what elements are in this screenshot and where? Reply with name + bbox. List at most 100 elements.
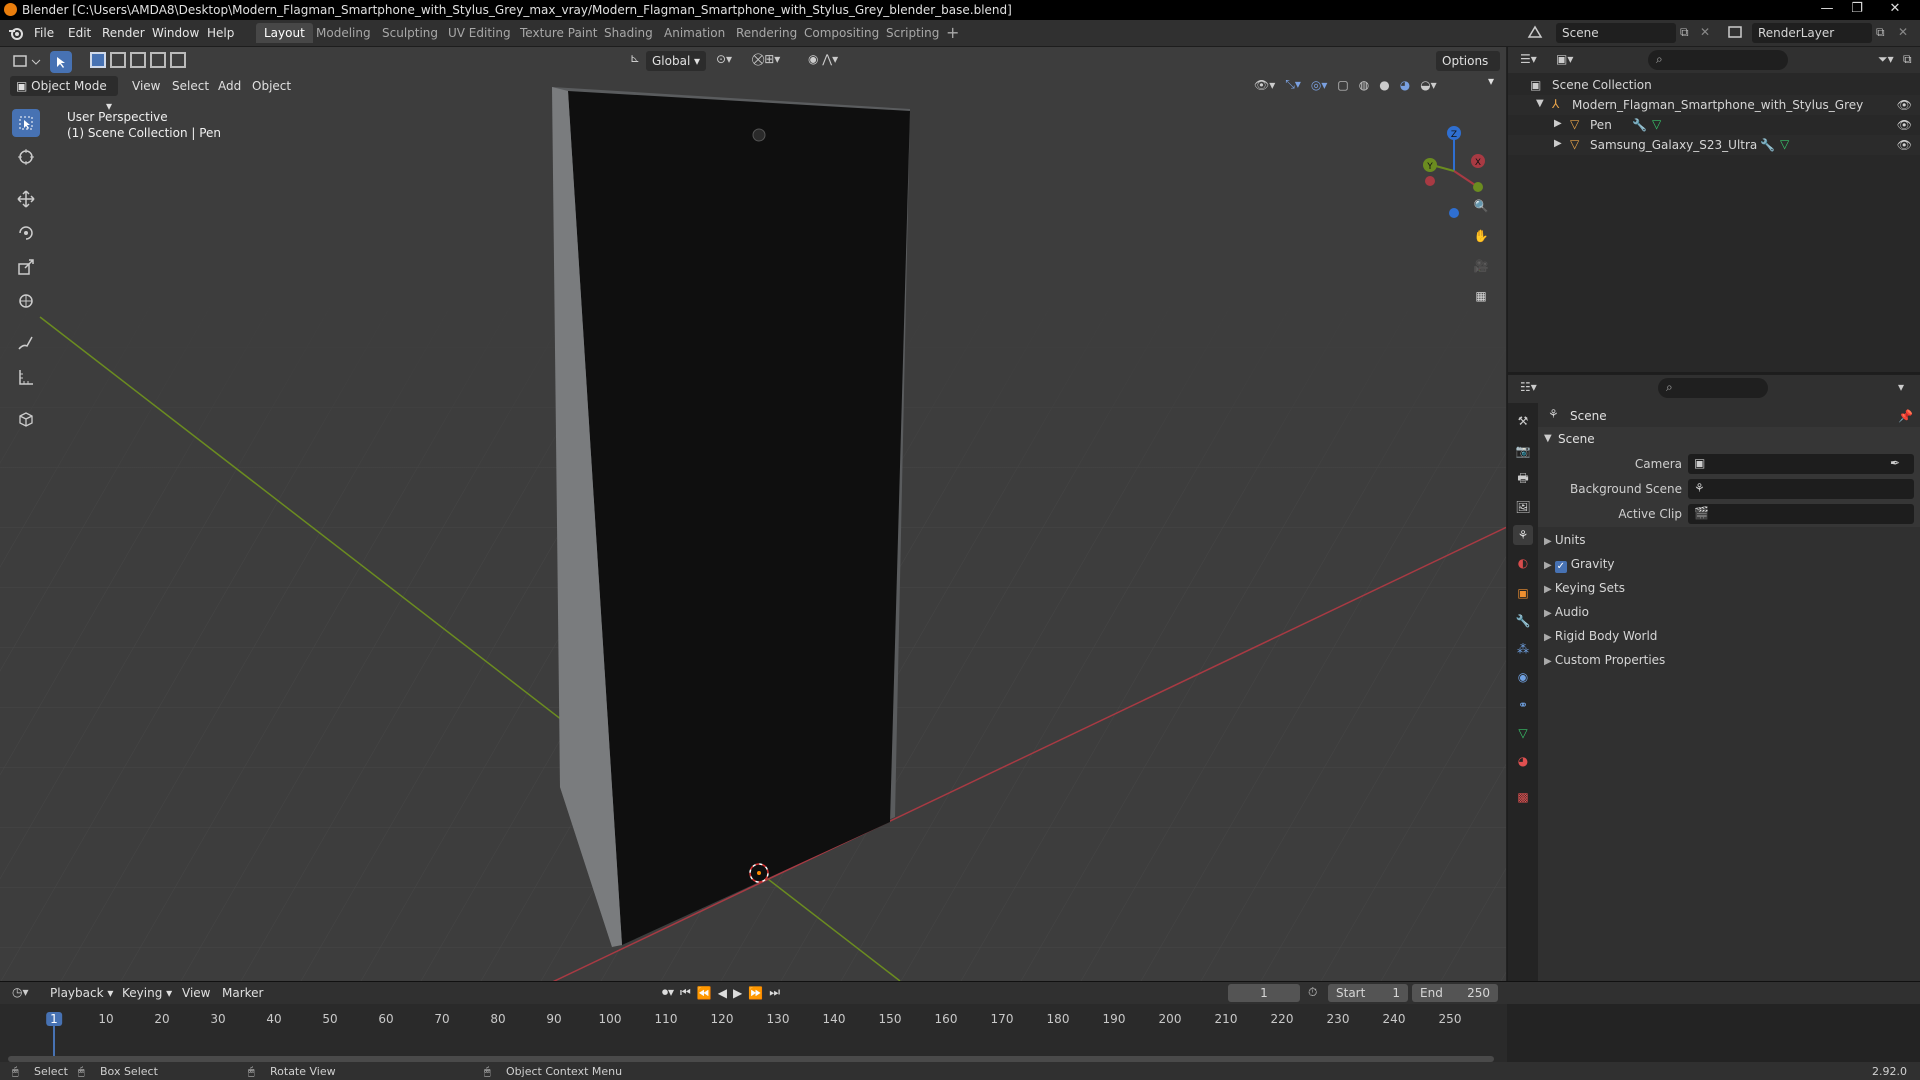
solid-shading-icon[interactable]: ● [1379, 78, 1389, 92]
tab-compositing[interactable]: Compositing [796, 23, 887, 43]
overlay-toggle-icon[interactable]: ◎▾ [1311, 78, 1328, 92]
background-scene-field[interactable]: ⚘ [1688, 479, 1914, 499]
modifier-wrench-icon[interactable]: 🔧 [1632, 118, 1647, 132]
minimize-button[interactable]: — [1812, 0, 1842, 18]
select-invert-icon[interactable] [150, 52, 166, 68]
tab-modeling[interactable]: Modeling [308, 23, 379, 43]
timeline-menu-view[interactable]: View [182, 986, 210, 1000]
material-shading-icon[interactable]: ◕ [1400, 78, 1410, 92]
filter-icon[interactable]: ⏷▾ [1878, 52, 1894, 67]
viewport-menu-view[interactable]: View [132, 79, 160, 93]
frame-ruler[interactable]: 1 10 20 30 40 50 60 70 80 90 100 110 120 130 140 150 160… [0, 1004, 1507, 1080]
next-keyframe-icon[interactable]: ⏩ [748, 986, 763, 1000]
jump-start-icon[interactable]: ⏮ [680, 985, 691, 1000]
tab-rendering[interactable]: Rendering [728, 23, 805, 43]
rendered-shading-icon[interactable]: ◒▾ [1420, 78, 1437, 92]
tab-shading[interactable]: Shading [596, 23, 661, 43]
tweak-select-tool[interactable] [12, 109, 40, 137]
tool-tab-icon[interactable]: ⚒ [1513, 411, 1533, 431]
menu-render[interactable]: Render [102, 26, 145, 40]
outliner-row-samsung[interactable]: ▶ ▽ Samsung_Galaxy_S23_Ultra 🔧 ▽ 👁 [1508, 135, 1920, 155]
eyedropper-icon[interactable]: ✒ [1890, 456, 1900, 470]
end-frame-field[interactable]: End 250 [1412, 984, 1498, 1002]
tab-texture-paint[interactable]: Texture Paint [512, 23, 605, 43]
scene-type-icon[interactable] [1526, 23, 1544, 41]
start-frame-field[interactable]: Start 1 [1328, 984, 1408, 1002]
menu-edit[interactable]: Edit [68, 26, 91, 40]
measure-tool[interactable] [12, 363, 40, 391]
blender-menu-icon[interactable] [8, 25, 24, 41]
select-subtract-icon[interactable] [130, 52, 146, 68]
display-mode-icon[interactable]: ▣▾ [1556, 52, 1573, 66]
panel-custom-properties[interactable]: ▶ Custom Properties [1544, 653, 1665, 667]
outliner-row-scene-collection[interactable]: ▣ Scene Collection [1508, 75, 1920, 95]
select-tool-mode-icon[interactable] [50, 51, 72, 73]
visibility-eye-icon[interactable]: 👁 [1897, 138, 1912, 152]
perspective-grid-icon[interactable]: ▦ [1468, 283, 1494, 309]
renderlayer-selector[interactable]: RenderLayer [1752, 23, 1872, 43]
jump-end-icon[interactable]: ⏭ [769, 985, 780, 1000]
new-renderlayer-icon[interactable]: ⧉ [1876, 25, 1885, 40]
panel-gravity[interactable]: ▶ ✓ Gravity [1544, 557, 1615, 573]
menu-help[interactable]: Help [207, 26, 234, 40]
scene-panel-title[interactable]: Scene [1558, 432, 1595, 446]
viewport-menu-object[interactable]: Object [252, 79, 291, 93]
tab-uv-editing[interactable]: UV Editing [440, 23, 519, 43]
transform-tool[interactable] [12, 287, 40, 315]
delete-renderlayer-icon[interactable]: ✕ [1898, 25, 1908, 39]
properties-options-icon[interactable]: ▾ [1898, 380, 1904, 394]
current-frame-field[interactable]: 1 [1228, 984, 1300, 1002]
outliner-editor-type-icon[interactable]: ☰▾ [1520, 52, 1537, 66]
play-icon[interactable]: ▶ [733, 986, 742, 1000]
gravity-checkbox[interactable]: ✓ [1554, 561, 1567, 573]
rotate-tool[interactable] [12, 219, 40, 247]
timeline-editor-type-icon[interactable]: ◷▾ [12, 985, 29, 999]
playhead[interactable] [53, 1024, 55, 1060]
visibility-icon[interactable]: 👁▾ [1254, 78, 1275, 92]
camera-field[interactable]: ▣ ✒ [1688, 454, 1914, 474]
viewport-menu-add[interactable]: Add [218, 79, 241, 93]
move-tool[interactable] [12, 185, 40, 213]
physics-tab-icon[interactable]: ◉ [1513, 667, 1533, 687]
menu-window[interactable]: Window [152, 26, 199, 40]
cursor-tool[interactable] [12, 143, 40, 171]
visibility-eye-icon[interactable]: 👁 [1897, 98, 1912, 112]
render-tab-icon[interactable]: 📷 [1513, 441, 1533, 461]
outliner-row-pen[interactable]: ▶ ▽ Pen 🔧 ▽ 👁 [1508, 115, 1920, 135]
select-extend-icon[interactable] [110, 52, 126, 68]
data-tab-icon[interactable]: ▽ [1513, 723, 1533, 743]
panel-keying-sets[interactable]: ▶ Keying Sets [1544, 581, 1625, 595]
select-new-icon[interactable] [90, 52, 106, 68]
panel-units[interactable]: ▶ Units [1544, 533, 1586, 547]
new-collection-icon[interactable]: ⧉ [1903, 52, 1912, 67]
tab-sculpting[interactable]: Sculpting [374, 23, 446, 43]
annotate-tool[interactable] [12, 329, 40, 357]
pivot-point-icon[interactable]: ⊙▾ [716, 52, 732, 66]
timeline-menu-keying[interactable]: Keying ▾ [122, 986, 172, 1000]
mode-dropdown[interactable]: ▣ Object Mode ▾ [10, 76, 118, 113]
active-clip-field[interactable]: 🎬 [1688, 504, 1914, 524]
scene-selector[interactable]: Scene [1556, 23, 1676, 43]
pin-icon[interactable]: 📌 [1898, 409, 1913, 423]
properties-editor-type-icon[interactable]: ☷▾ [1520, 380, 1537, 394]
expand-arrow-icon[interactable]: ▶ [1554, 138, 1562, 149]
tab-animation[interactable]: Animation [656, 23, 733, 43]
timeline-menu-marker[interactable]: Marker [222, 986, 263, 1000]
maximize-button[interactable]: ❐ [1842, 0, 1872, 18]
editor-type-icon[interactable] [10, 52, 42, 72]
object-tab-icon[interactable]: ▣ [1513, 583, 1533, 603]
properties-search-input[interactable]: ⌕ [1658, 378, 1768, 398]
panel-rigid-body-world[interactable]: ▶ Rigid Body World [1544, 629, 1657, 643]
expand-arrow-icon[interactable]: ▶ [1554, 118, 1562, 129]
world-tab-icon[interactable]: ◐ [1513, 553, 1533, 573]
modifier-tab-icon[interactable]: 🔧 [1513, 611, 1533, 631]
wireframe-shading-icon[interactable]: ◍ [1359, 78, 1369, 92]
prev-keyframe-icon[interactable]: ⏪ [697, 986, 712, 1000]
outliner-row-collection[interactable]: ▼ ⅄ Modern_Flagman_Smartphone_with_Stylu… [1508, 95, 1920, 115]
add-workspace-button[interactable]: + [946, 23, 959, 42]
options-dropdown[interactable]: Options ▾ [1436, 51, 1500, 88]
camera-view-icon[interactable]: 🎥 [1468, 253, 1494, 279]
xray-toggle-icon[interactable]: ▢ [1337, 78, 1348, 92]
modifier-wrench-icon[interactable]: 🔧 [1760, 138, 1775, 152]
gizmo-toggle-icon[interactable]: ⤡▾ [1285, 77, 1301, 92]
